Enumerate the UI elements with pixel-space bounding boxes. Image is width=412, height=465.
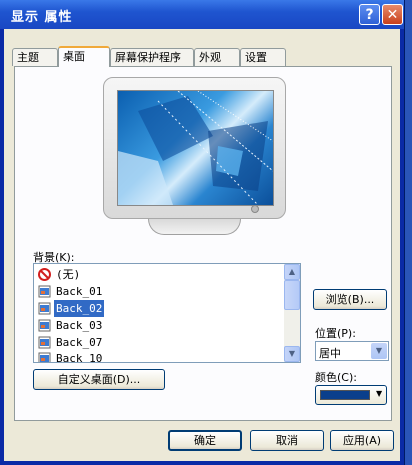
customize-desktop-button[interactable]: 自定义桌面(D)...: [33, 369, 165, 390]
chevron-down-icon[interactable]: ▼: [371, 343, 387, 359]
image-file-icon: [38, 302, 51, 315]
position-value: 居中: [319, 347, 341, 360]
list-item-label: Back_02: [54, 300, 105, 317]
cancel-button[interactable]: 取消: [250, 430, 324, 451]
ok-button[interactable]: 确定: [168, 430, 242, 451]
image-file-icon: [38, 285, 51, 298]
tab-themes[interactable]: 主题: [12, 48, 58, 66]
tab-settings[interactable]: 设置: [240, 48, 286, 66]
window-title: 显示 属性: [11, 10, 73, 25]
monitor-preview: [103, 77, 286, 235]
listbox-scrollbar[interactable]: ▲ ▼: [284, 264, 300, 362]
wallpaper-preview-art: [118, 91, 273, 205]
no-entry-icon: [38, 268, 51, 281]
tab-screensaver[interactable]: 屏幕保护程序: [110, 48, 194, 66]
apply-button[interactable]: 应用(A): [330, 430, 394, 451]
title-bar[interactable]: 显示 属性 ? ✕: [0, 0, 404, 29]
wallpaper-preview: [117, 90, 274, 206]
position-label: 位置(P):: [315, 327, 356, 340]
tab-desktop[interactable]: 桌面: [58, 46, 110, 67]
color-label: 颜色(C):: [315, 371, 357, 384]
position-select[interactable]: 居中 ▼: [315, 341, 389, 361]
browse-button[interactable]: 浏览(B)...: [313, 289, 387, 310]
tab-appearance[interactable]: 外观: [194, 48, 240, 66]
list-item-label: Back_07: [56, 336, 103, 349]
scroll-up-icon[interactable]: ▲: [284, 264, 300, 280]
list-item-label: (无): [56, 268, 81, 281]
list-item-label: Back_01: [56, 285, 103, 298]
scroll-thumb[interactable]: [284, 280, 300, 310]
image-file-icon: [38, 352, 51, 362]
color-picker-button[interactable]: ▼: [315, 385, 387, 405]
chevron-down-icon: ▼: [376, 389, 383, 398]
color-swatch: [320, 390, 370, 400]
monitor-stand: [148, 219, 241, 235]
close-button[interactable]: ✕: [382, 4, 403, 25]
desktop-tab-panel: 背景(K): (无) Back_01 Back_02 Back_03 Back_…: [14, 66, 392, 421]
monitor-bezel: [103, 77, 286, 219]
dialog-client-area: 主题 桌面 屏幕保护程序 外观 设置 背景(K): (无) Back_01 Ba…: [4, 29, 400, 461]
scroll-down-icon[interactable]: ▼: [284, 346, 300, 362]
image-file-icon: [38, 336, 51, 349]
display-properties-window: 显示 属性 ? ✕ 主题 桌面 屏幕保护程序 外观 设置 背景(K): (无) …: [0, 0, 405, 465]
image-file-icon: [38, 319, 51, 332]
list-item-label: Back_03: [56, 319, 103, 332]
list-item-label: Back_10: [56, 352, 103, 363]
background-listbox[interactable]: (无) Back_01 Back_02 Back_03 Back_07 Back…: [33, 263, 301, 363]
power-led-icon: [251, 205, 259, 213]
help-button[interactable]: ?: [359, 4, 380, 25]
